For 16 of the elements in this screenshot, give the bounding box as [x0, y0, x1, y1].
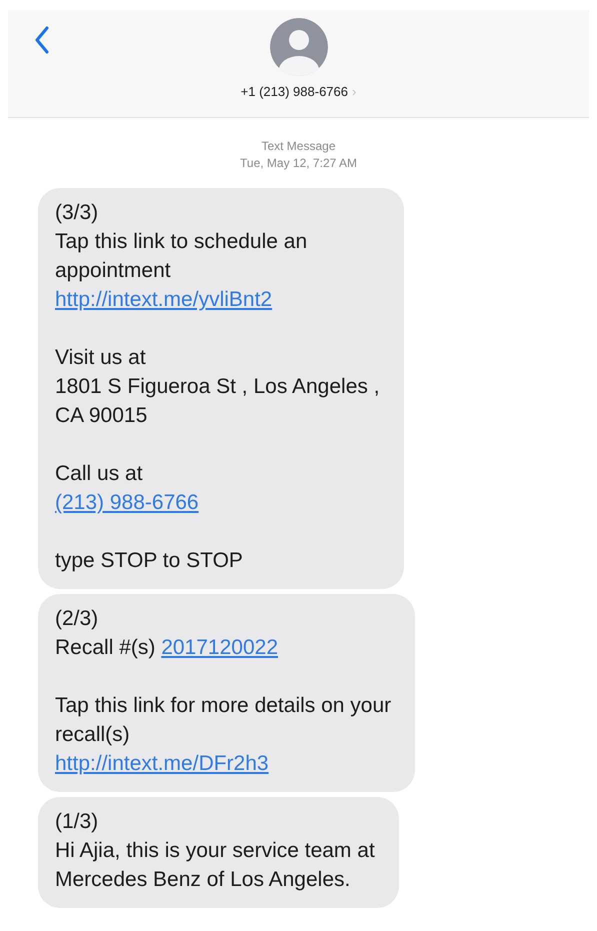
- link[interactable]: http://intext.me/yvliBnt2: [55, 288, 272, 311]
- back-icon[interactable]: [34, 26, 50, 54]
- timestamp: Tue, May 12, 7:27 AM: [240, 155, 357, 172]
- message-text: (3/3) Tap this link to schedule an appointment http://intext.me/yvliBnt2: [55, 200, 308, 313]
- link[interactable]: http://intext.me/DFr2h3: [55, 752, 269, 775]
- message-text: type STOP to STOP: [55, 548, 244, 574]
- message-type-label: Text Message: [261, 138, 336, 155]
- message-text: Visit us at 1801 S Figueroa St , Los Angeles , CA 90015: [55, 345, 380, 429]
- message-text: (1/3) Hi Ajia, this is your service team at Mercedes Benz of Los Angeles.: [55, 809, 375, 893]
- contact-name[interactable]: +1 (213) 988-6766: [240, 82, 348, 102]
- avatar-icon[interactable]: [270, 18, 328, 76]
- message-text: Tap this link for more details on your recall(s) http://intext.me/DFr2h3: [55, 693, 392, 777]
- message-text: (2/3) Recall #(s) 2017120022: [55, 606, 279, 661]
- message-text: Call us at (213) 988-6766: [55, 461, 200, 516]
- link[interactable]: 2017120022: [161, 636, 278, 659]
- link[interactable]: (213) 988-6766: [55, 491, 199, 514]
